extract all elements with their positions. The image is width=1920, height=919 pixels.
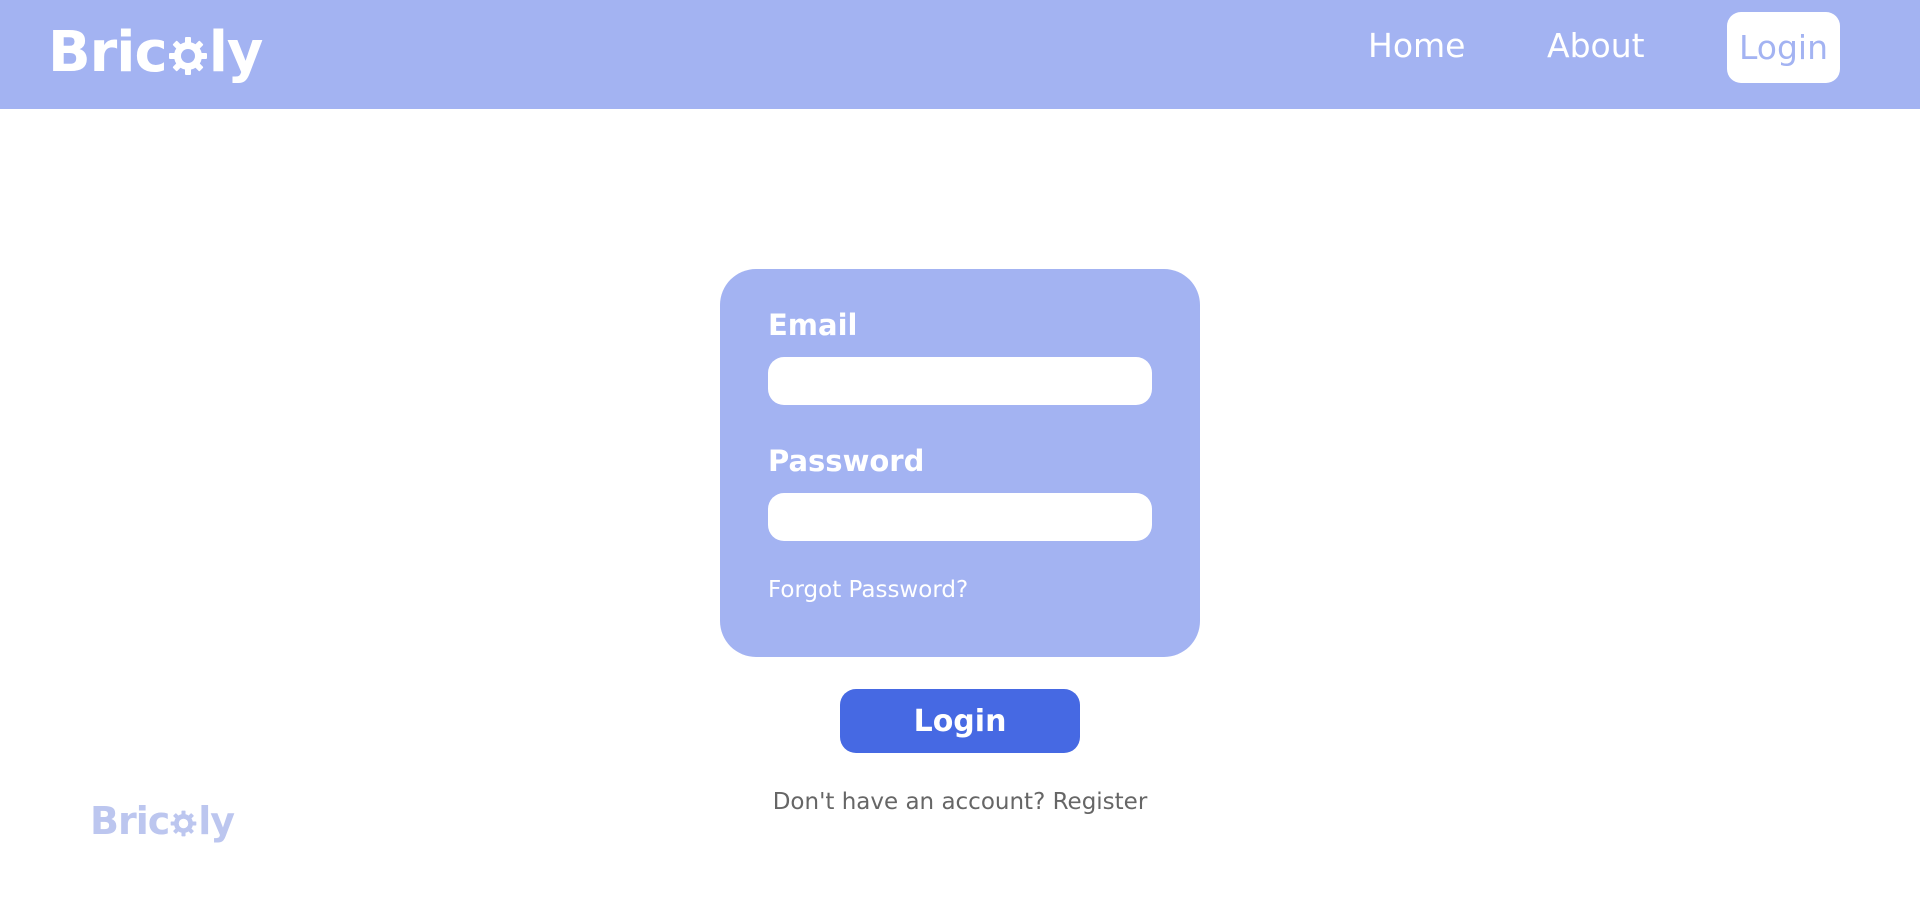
password-label: Password: [768, 444, 925, 478]
footer-gear-icon: [170, 810, 197, 836]
login-form-card: Email Password Forgot Password?: [720, 269, 1200, 657]
nav-about-link[interactable]: About: [1547, 26, 1645, 66]
brand-logo[interactable]: Bric ly: [48, 20, 264, 85]
email-input[interactable]: [768, 357, 1152, 405]
password-input[interactable]: [768, 493, 1152, 541]
logo-text-start: Bric: [48, 20, 168, 85]
register-prompt-text: Don't have an account?: [772, 789, 1046, 815]
footer-logo-text-start: Bric: [90, 799, 170, 843]
email-label: Email: [768, 308, 858, 342]
logo-text-end: ly: [208, 20, 264, 85]
footer-logo: Bric ly: [90, 798, 235, 844]
footer-logo-text-end: ly: [198, 799, 235, 843]
gear-icon: [168, 37, 207, 75]
login-submit-button[interactable]: Login: [840, 689, 1080, 753]
nav-home-link[interactable]: Home: [1368, 26, 1465, 66]
register-link[interactable]: Register: [1053, 789, 1148, 815]
top-navbar: Bric ly Home About Login: [0, 0, 1920, 109]
forgot-password-link[interactable]: Forgot Password?: [768, 576, 968, 604]
register-prompt: Don't have an account? Register: [0, 787, 1920, 817]
nav-login-button[interactable]: Login: [1727, 12, 1840, 83]
